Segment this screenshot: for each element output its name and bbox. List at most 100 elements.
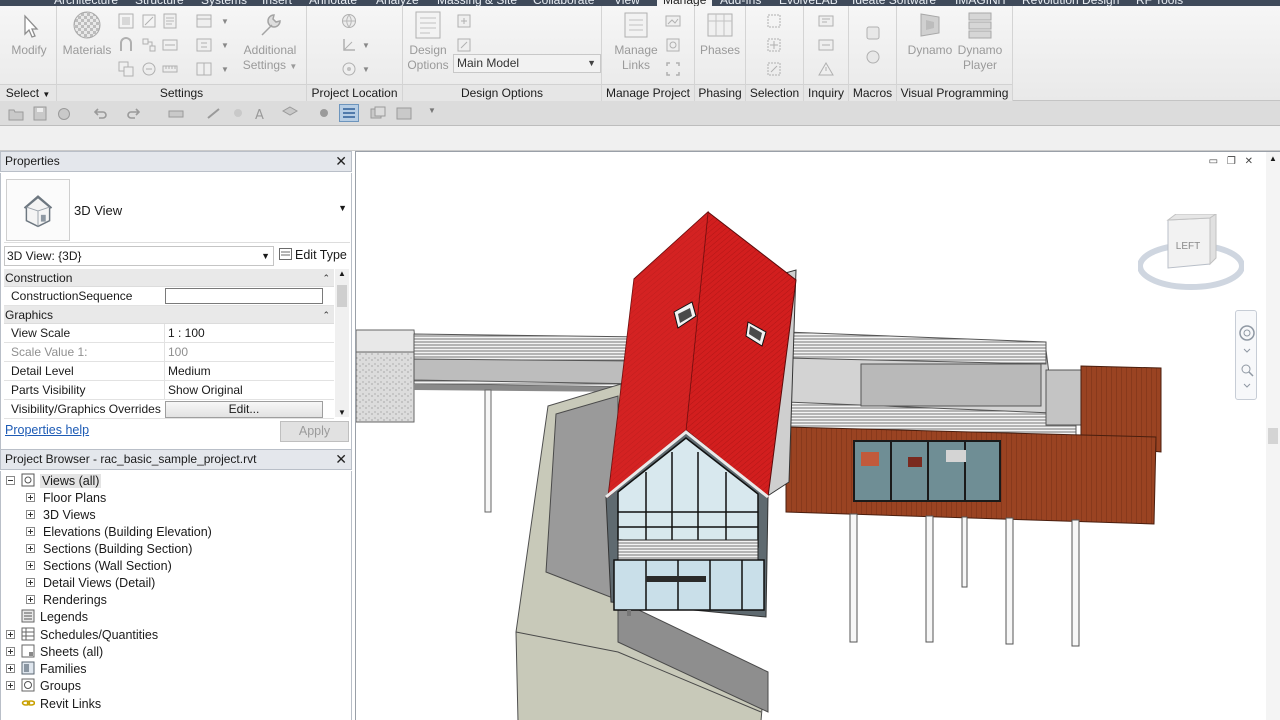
switch-windows-icon[interactable] — [396, 106, 412, 121]
browser-node[interactable]: Families — [6, 661, 87, 678]
browser-node[interactable]: Sections (Wall Section) — [26, 558, 172, 575]
project-units-icon[interactable] — [162, 61, 178, 77]
additional-settings-button[interactable]: Additional Settings ▼ — [240, 10, 300, 74]
scroll-down-icon[interactable]: ▼ — [338, 408, 346, 417]
3d-viewport[interactable]: ▭ ❐ ✕ LEFT ▲ — [355, 151, 1280, 720]
dynamo-button[interactable]: Dynamo — [903, 10, 957, 58]
chevron-down-icon[interactable]: ▼ — [338, 203, 347, 213]
global-parameters-icon[interactable] — [162, 37, 178, 53]
edit-type-button[interactable]: Edit Type — [279, 246, 349, 266]
manage-links-button[interactable]: Manage Links — [612, 10, 660, 73]
text-icon[interactable]: A — [252, 106, 268, 123]
warnings-icon[interactable] — [818, 61, 834, 77]
expand-icon[interactable] — [6, 647, 15, 656]
expand-icon[interactable] — [6, 630, 15, 639]
open-icon[interactable] — [8, 106, 24, 121]
dynamo-player-button[interactable]: Dynamo Player — [955, 10, 1005, 73]
browser-node[interactable]: Sheets (all) — [6, 644, 103, 661]
browser-node[interactable]: Legends — [6, 609, 88, 626]
position-icon[interactable] — [341, 61, 357, 77]
panel-title-select[interactable]: Select ▼ — [0, 84, 56, 101]
pick-to-edit-icon[interactable] — [456, 37, 472, 53]
chevron-down-icon[interactable]: ▼ — [221, 65, 229, 74]
object-styles-icon[interactable] — [118, 13, 134, 29]
print-icon[interactable] — [168, 106, 184, 121]
instance-filter-select[interactable]: 3D View: {3D} ▼ — [4, 246, 274, 266]
browser-node[interactable]: Views (all) — [6, 473, 102, 490]
macro-manager-icon[interactable] — [865, 25, 881, 41]
collapse-icon[interactable]: ⌃ — [322, 269, 330, 287]
ids-of-selection-icon[interactable] — [818, 13, 834, 29]
transfer-standards-icon[interactable] — [118, 61, 134, 77]
mep-settings-icon[interactable] — [196, 37, 212, 53]
section-icon[interactable] — [316, 106, 332, 121]
browser-node[interactable]: Detail Views (Detail) — [26, 575, 155, 592]
chevron-down-icon[interactable]: ▼ — [221, 41, 229, 50]
close-icon[interactable]: ✕ — [335, 152, 347, 171]
property-value[interactable]: Medium — [164, 362, 334, 380]
scroll-thumb[interactable] — [1268, 428, 1278, 444]
modify-button[interactable]: Modify — [8, 10, 50, 58]
manage-images-icon[interactable] — [665, 13, 681, 29]
collapse-icon[interactable] — [6, 476, 15, 485]
apply-button[interactable]: Apply — [280, 421, 349, 442]
browser-node[interactable]: Sections (Building Section) — [26, 541, 192, 558]
project-parameters-icon[interactable] — [118, 37, 134, 53]
coordinates-icon[interactable] — [341, 37, 357, 53]
save-selection-icon[interactable] — [766, 13, 782, 29]
chevron-down-icon[interactable]: ▼ — [221, 17, 229, 26]
snaps-icon[interactable] — [141, 13, 157, 29]
sync-icon[interactable] — [56, 106, 72, 121]
browser-node[interactable]: Revit Links — [6, 696, 101, 713]
expand-icon[interactable] — [6, 664, 15, 673]
type-selector[interactable]: 3D View ▼ — [4, 177, 350, 243]
property-group-header[interactable]: Graphics ⌃ — [4, 306, 334, 324]
properties-help-link[interactable]: Properties help — [5, 423, 89, 437]
vg-overrides-edit-button[interactable]: Edit... — [165, 401, 323, 418]
browser-node[interactable]: 3D Views — [26, 507, 96, 524]
thin-lines-icon[interactable] — [339, 104, 359, 122]
expand-icon[interactable] — [26, 578, 35, 587]
properties-scrollbar[interactable]: ▲ ▼ — [335, 269, 349, 417]
scroll-thumb[interactable] — [337, 285, 347, 307]
undo-icon[interactable] — [92, 106, 108, 121]
edit-selection-icon[interactable] — [766, 61, 782, 77]
chevron-down-icon[interactable]: ▼ — [362, 65, 370, 74]
property-value[interactable]: Show Original — [164, 381, 334, 399]
navigation-bar[interactable] — [1235, 310, 1257, 400]
project-info-icon[interactable] — [162, 13, 178, 29]
structural-settings-icon[interactable] — [196, 13, 212, 29]
browser-node[interactable]: Groups — [6, 678, 81, 695]
customize-toolbar-icon[interactable]: ▼ — [428, 106, 444, 121]
expand-icon[interactable] — [26, 493, 35, 502]
browser-node[interactable]: Renderings — [26, 592, 107, 609]
scroll-up-icon[interactable]: ▲ — [338, 269, 346, 278]
panel-schedule-icon[interactable] — [196, 61, 212, 77]
redo-icon[interactable] — [126, 106, 142, 121]
materials-button[interactable]: Materials — [60, 10, 114, 58]
property-group-header[interactable]: Construction ⌃ — [4, 269, 334, 287]
design-option-select[interactable]: Main Model ▼ — [453, 54, 601, 73]
aligned-dimension-icon[interactable] — [230, 106, 246, 121]
viewport-scrollbar[interactable]: ▲ — [1266, 152, 1280, 720]
scroll-up-icon[interactable]: ▲ — [1269, 154, 1277, 163]
expand-icon[interactable] — [26, 595, 35, 604]
property-value[interactable]: 1 : 100 — [164, 324, 334, 342]
browser-node[interactable]: Floor Plans — [26, 490, 106, 507]
design-options-button[interactable]: Design Options — [405, 10, 451, 73]
decal-types-icon[interactable] — [665, 37, 681, 53]
add-to-set-icon[interactable] — [456, 13, 472, 29]
close-icon[interactable]: ✕ — [335, 450, 347, 469]
browser-node[interactable]: Schedules/Quantities — [6, 627, 158, 644]
viewcube[interactable]: LEFT — [1137, 213, 1245, 304]
default-3d-view-icon[interactable] — [281, 106, 299, 121]
save-icon[interactable] — [32, 106, 48, 121]
location-globe-icon[interactable] — [341, 13, 357, 29]
collapse-icon[interactable]: ⌃ — [322, 306, 330, 324]
expand-icon[interactable] — [6, 681, 15, 690]
measure-icon[interactable] — [206, 106, 222, 121]
expand-icon[interactable] — [26, 527, 35, 536]
load-selection-icon[interactable] — [766, 37, 782, 53]
purge-unused-icon[interactable] — [141, 61, 157, 77]
chevron-down-icon[interactable]: ▼ — [362, 41, 370, 50]
